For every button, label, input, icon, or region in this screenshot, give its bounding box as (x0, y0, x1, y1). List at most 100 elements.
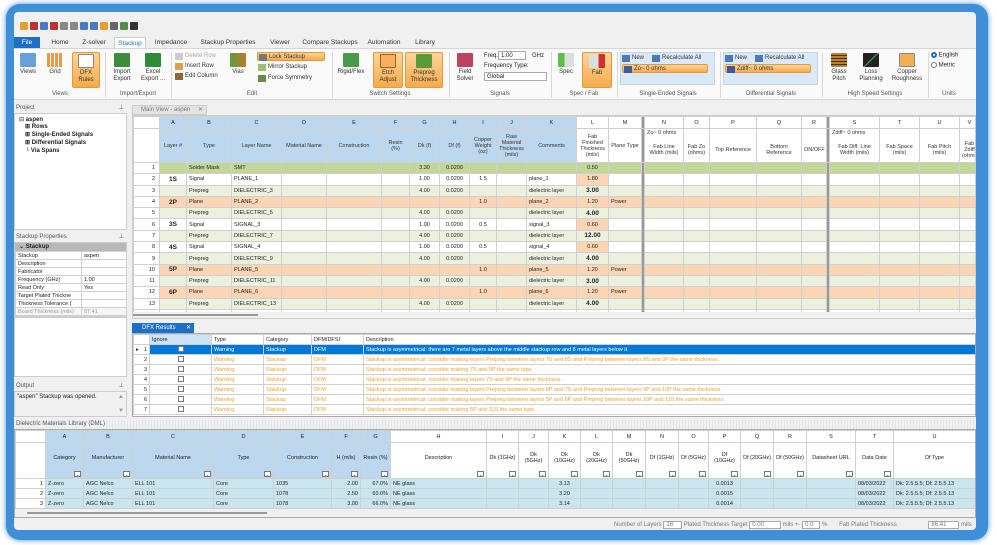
cell[interactable]: 0.0200 (439, 173, 470, 186)
column-header[interactable]: Df (20GHz) ⌄ (740, 442, 774, 479)
filter-dropdown-icon[interactable]: ⌄ (539, 471, 546, 477)
dfx-result-row[interactable]: 7 Warning Stackup DFM Stackup is asymmetrica… (133, 404, 975, 415)
cell[interactable] (608, 173, 642, 186)
cell[interactable] (801, 286, 827, 299)
cell[interactable] (496, 184, 527, 197)
cell[interactable]: Power (608, 263, 642, 276)
cell[interactable]: 66.0% (360, 498, 391, 509)
mirror-stackup-button[interactable]: Mirror Stackup (257, 63, 307, 72)
cell[interactable] (496, 173, 527, 186)
cell[interactable]: DIELECTRIC_13 (231, 297, 282, 310)
cell[interactable] (959, 207, 975, 220)
cell[interactable]: 1.0 (469, 195, 497, 209)
cell[interactable] (879, 274, 920, 288)
property-value[interactable] (81, 299, 127, 308)
cell[interactable]: 4.00 (576, 207, 609, 220)
cell[interactable]: 3.00 (576, 274, 609, 288)
cell[interactable] (879, 297, 920, 310)
cell[interactable] (326, 263, 382, 276)
cell[interactable]: 0.0200 (439, 241, 470, 254)
cell[interactable] (326, 195, 382, 209)
column-letter[interactable]: H (439, 116, 470, 129)
filter-dropdown-icon[interactable]: ⌄ (204, 471, 211, 477)
cell[interactable] (959, 184, 975, 197)
cell[interactable] (683, 229, 710, 243)
cell[interactable]: NE glass (390, 498, 487, 509)
cell[interactable] (496, 297, 527, 310)
cell[interactable] (644, 241, 684, 254)
filter-dropdown-icon[interactable]: ⌄ (381, 471, 388, 477)
column-letter[interactable]: M (608, 116, 642, 129)
row-number[interactable]: 4 (133, 374, 150, 385)
cell[interactable] (801, 297, 827, 310)
paste-icon[interactable] (100, 22, 108, 30)
tab-stackup-properties[interactable]: Stackup Properties (196, 37, 260, 48)
cell[interactable]: PLANE_5 (231, 263, 282, 276)
cell[interactable] (683, 263, 710, 276)
cell[interactable]: 0.0014 (708, 498, 741, 509)
column-letter[interactable]: Q (756, 116, 802, 129)
settings-icon[interactable] (120, 22, 128, 30)
cell[interactable]: Z-zero (45, 498, 84, 509)
cell[interactable]: 2.50 (331, 488, 361, 499)
column-header[interactable]: DFM/DFSI (311, 334, 364, 345)
cell[interactable] (439, 263, 470, 276)
cell[interactable]: 0.0200 (439, 274, 470, 288)
cell[interactable] (281, 218, 327, 231)
cell[interactable]: plane_6 (526, 286, 577, 299)
row-number[interactable]: 11 (133, 274, 160, 288)
delete-row-button[interactable]: Delete Row (174, 52, 216, 61)
cell[interactable]: 3.00 (331, 498, 361, 509)
cell[interactable] (756, 263, 802, 276)
grid-button[interactable]: Grid (44, 52, 66, 88)
column-header[interactable]: Construction (326, 128, 382, 163)
cell[interactable] (608, 161, 642, 175)
filter-dropdown-icon[interactable]: ⌄ (699, 471, 706, 477)
cell[interactable] (644, 218, 684, 231)
column-letter[interactable]: O (678, 430, 709, 443)
dfx-result-row[interactable]: 5 Warning Stackup DFM Stackup is asymmetrica… (133, 384, 975, 395)
cell[interactable] (281, 241, 327, 254)
cell[interactable] (879, 207, 920, 220)
cell[interactable] (518, 478, 549, 489)
cell[interactable] (709, 286, 757, 299)
cell[interactable]: 3.30 (409, 161, 440, 175)
filter-dropdown-icon[interactable]: ⌄ (603, 471, 610, 477)
cell[interactable] (959, 252, 975, 265)
tree-item[interactable]: ⊞ Single-Ended Signals (19, 131, 122, 139)
pin-icon[interactable]: ⊥ (119, 382, 124, 391)
cell[interactable] (381, 229, 410, 243)
cell[interactable]: 0.0200 (439, 252, 470, 265)
cell[interactable] (608, 184, 642, 197)
cell[interactable] (608, 229, 642, 243)
cell[interactable]: 1078 (273, 498, 332, 509)
stackup-row[interactable]: 7 Prepreg DIELECTRIC_7 4.00 0.0200 dielectric… (133, 229, 975, 243)
cell[interactable] (801, 207, 827, 220)
cell[interactable] (683, 297, 710, 310)
cell[interactable] (644, 161, 684, 175)
import-export-button[interactable]: Import Export (108, 52, 136, 88)
filter-dropdown-icon[interactable]: ⌄ (884, 471, 891, 477)
cell[interactable] (959, 161, 975, 175)
column-letter[interactable]: H (390, 430, 487, 443)
cell[interactable]: 0.0013 (708, 478, 741, 489)
cell[interactable]: PLANE_1 (231, 173, 282, 186)
cell[interactable] (683, 161, 710, 175)
cell[interactable] (580, 478, 613, 489)
stackup-row[interactable]: 13 Prepreg DIELECTRIC_13 4.00 0.0200 dielectr… (133, 297, 975, 310)
column-letter[interactable]: D (213, 430, 274, 443)
cell[interactable]: plane_5 (526, 263, 577, 276)
filter-dropdown-icon[interactable]: ⌄ (74, 471, 81, 477)
column-header[interactable]: Fab Zo (ohms) (683, 128, 710, 163)
cell[interactable] (281, 286, 327, 299)
cell[interactable]: Power (608, 195, 642, 209)
column-letter[interactable]: G (409, 116, 440, 129)
cell[interactable]: 1.20 (576, 195, 609, 209)
copper-roughness-button[interactable]: Copper Roughness (890, 52, 924, 88)
cell[interactable]: SIGNAL_3 (231, 218, 282, 231)
cell[interactable]: 3.13 (548, 478, 581, 489)
cell[interactable] (496, 195, 527, 209)
undo-icon[interactable] (60, 22, 68, 30)
column-header[interactable]: Plane Type (608, 128, 642, 163)
cell[interactable]: 1.5 (469, 173, 497, 186)
